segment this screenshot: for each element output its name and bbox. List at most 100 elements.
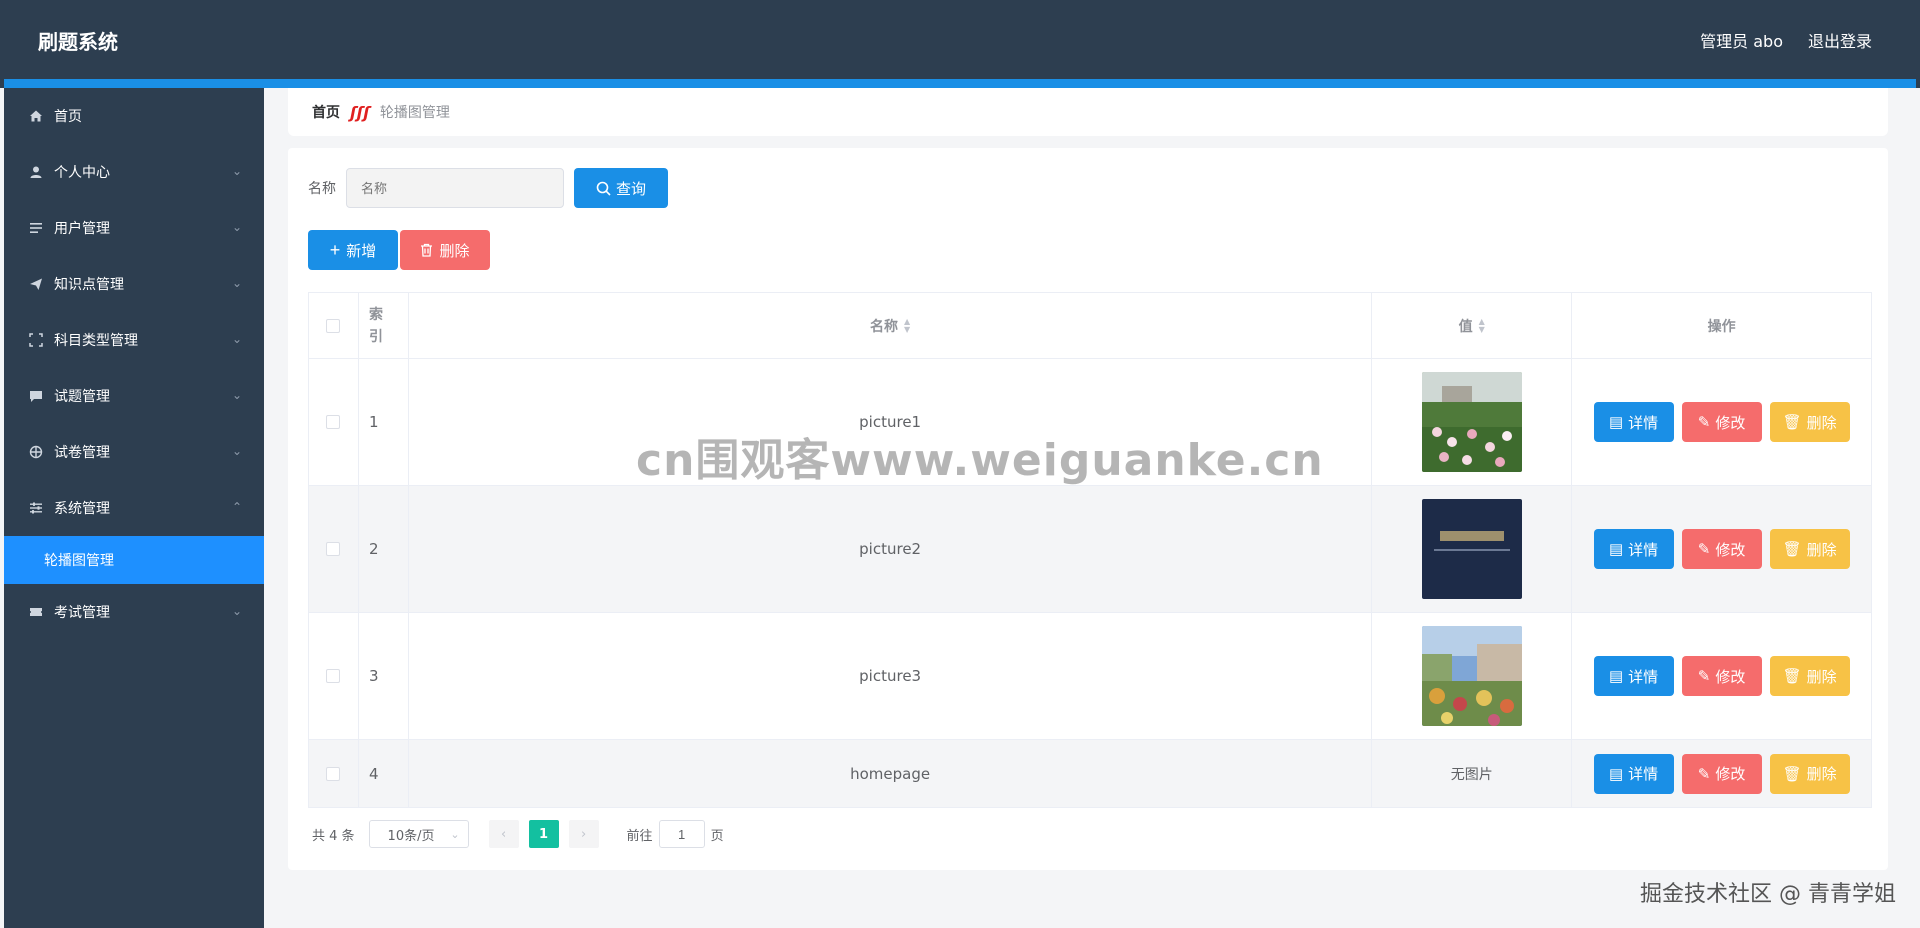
sidebar-subitem-carousel[interactable]: 轮播图管理	[4, 536, 264, 584]
page-number-current[interactable]: 1	[528, 820, 559, 848]
chevron-down-icon: ⌄	[231, 164, 242, 178]
detail-label: 详情	[1628, 766, 1659, 783]
sort-icon[interactable]: ▲ ▼	[904, 317, 910, 334]
sidebar-item-questions[interactable]: 试题管理 ⌄	[4, 368, 264, 424]
row-checkbox[interactable]	[326, 766, 341, 781]
page-size-select[interactable]: 10条/页 ⌄	[368, 820, 469, 848]
row-value: 无图片	[1372, 740, 1573, 807]
search-label: 名称	[308, 181, 336, 197]
edit-button[interactable]: ✎ 修改	[1681, 753, 1762, 794]
breadcrumb-home[interactable]: 首页	[312, 102, 340, 122]
sidebar-item-label: 试卷管理	[54, 445, 110, 461]
name-search-input[interactable]	[346, 168, 564, 208]
sidebar-item-label: 用户管理	[54, 221, 110, 237]
edit-label: 修改	[1715, 668, 1746, 686]
add-button[interactable]: + 新增	[308, 230, 398, 270]
goto-prefix: 前往	[626, 828, 653, 844]
sidebar-item-label: 首页	[54, 109, 82, 125]
search-button[interactable]: 查询	[574, 168, 668, 208]
delete-label: 删除	[1806, 766, 1837, 783]
detail-button[interactable]: ▤ 详情	[1593, 529, 1674, 569]
breadcrumb: 首页 ʃʃʃ 轮播图管理	[288, 88, 1888, 136]
prev-page-button[interactable]: ‹	[488, 820, 519, 848]
header-value[interactable]: 值 ▲ ▼	[1372, 293, 1573, 358]
app-title: 刷题系统	[38, 30, 118, 54]
row-value	[1372, 486, 1573, 612]
detail-button[interactable]: ▤ 详情	[1593, 753, 1674, 794]
header-index: 索引	[359, 293, 409, 358]
dark-logo-banner-image[interactable]	[1421, 499, 1522, 599]
delete-button[interactable]: 🗑 删除	[1769, 656, 1850, 696]
row-select-cell	[309, 740, 359, 807]
header-accent-bar	[4, 79, 1916, 88]
sidebar-item-label: 系统管理	[54, 501, 110, 517]
sidebar-item-label: 试题管理	[54, 389, 110, 405]
page-size-value: 10条/页	[387, 828, 435, 844]
row-select-cell	[309, 613, 359, 739]
pencil-icon: ✎	[1697, 765, 1711, 783]
document-icon: ▤	[1608, 668, 1624, 685]
sort-icon[interactable]: ▲ ▼	[1479, 317, 1485, 334]
campus-flowers-image[interactable]	[1421, 626, 1522, 726]
pencil-icon: ✎	[1697, 541, 1711, 558]
bulk-delete-button[interactable]: 删除	[400, 230, 490, 270]
watermark-text: cn围观客www.weiguanke.cn	[636, 435, 1324, 486]
edit-button[interactable]: ✎ 修改	[1681, 656, 1762, 696]
row-select-cell	[309, 486, 359, 612]
document-icon: ▤	[1608, 765, 1624, 783]
garden-roses-image[interactable]	[1421, 372, 1522, 472]
goto-page-input[interactable]	[658, 820, 705, 848]
logout-link[interactable]: 退出登录	[1808, 28, 1872, 52]
detail-button[interactable]: ▤ 详情	[1593, 402, 1674, 442]
row-checkbox[interactable]	[326, 542, 341, 556]
row-ops: ▤ 详情 ✎ 修改 🗑 删除	[1572, 486, 1872, 612]
sidebar-item-exams[interactable]: 考试管理 ⌄	[4, 584, 264, 640]
next-page-button[interactable]: ›	[568, 820, 599, 848]
edit-button[interactable]: ✎ 修改	[1681, 529, 1762, 569]
header-ops: 操作	[1572, 293, 1872, 358]
edit-label: 修改	[1715, 541, 1746, 559]
sidebar-item-users[interactable]: 用户管理 ⌄	[4, 200, 264, 256]
row-value	[1372, 613, 1573, 739]
header-value-label: 值	[1458, 318, 1473, 335]
detail-button[interactable]: ▤ 详情	[1593, 656, 1674, 696]
delete-button[interactable]: 🗑 删除	[1769, 529, 1850, 569]
pencil-icon: ✎	[1697, 668, 1711, 685]
header-name[interactable]: 名称 ▲ ▼	[409, 293, 1373, 358]
corner-credit-text: 掘金技术社区 @ 青青学姐	[1640, 882, 1896, 907]
goto-suffix: 页	[710, 828, 724, 844]
content-panel: 名称 查询 + 新增 删除 索引	[288, 148, 1888, 870]
chevron-down-icon: ⌄	[231, 276, 242, 290]
header-select-cell	[309, 293, 359, 358]
row-checkbox[interactable]	[326, 415, 341, 429]
pagination-total: 共 4 条	[312, 828, 355, 844]
sidebar-item-label: 个人中心	[54, 165, 110, 181]
delete-button[interactable]: 🗑 删除	[1769, 753, 1850, 794]
row-select-cell	[309, 359, 359, 485]
top-header: 刷题系统 管理员 abo 退出登录	[0, 0, 1920, 88]
detail-label: 详情	[1628, 541, 1659, 559]
sidebar-item-knowledge[interactable]: 知识点管理 ⌄	[4, 256, 264, 312]
breadcrumb-separator-icon: ʃʃʃ	[350, 102, 370, 122]
sidebar-item-home[interactable]: 首页	[4, 88, 264, 144]
sidebar-item-profile[interactable]: 个人中心 ⌄	[4, 144, 264, 200]
plus-icon: +	[329, 240, 341, 260]
edit-button[interactable]: ✎ 修改	[1681, 402, 1762, 442]
header-ops-label: 操作	[1707, 318, 1736, 335]
row-ops: ▤ 详情 ✎ 修改 🗑 删除	[1572, 613, 1872, 739]
select-all-checkbox[interactable]	[326, 318, 341, 333]
breadcrumb-current: 轮播图管理	[379, 105, 450, 121]
sidebar-item-system[interactable]: 系统管理 ⌃	[4, 480, 264, 536]
trash-icon: 🗑	[1782, 765, 1802, 783]
row-value	[1372, 359, 1573, 485]
sliders-icon	[28, 500, 44, 516]
sidebar-item-subject-types[interactable]: 科目类型管理 ⌄	[4, 312, 264, 368]
row-name: picture2	[409, 486, 1373, 612]
chevron-down-icon: ⌄	[231, 388, 242, 402]
delete-button[interactable]: 🗑 删除	[1769, 402, 1850, 442]
document-icon: ▤	[1608, 414, 1624, 431]
list-icon	[28, 220, 44, 236]
row-checkbox[interactable]	[326, 669, 341, 683]
header-index-label: 索引	[368, 306, 383, 345]
sidebar-item-papers[interactable]: 试卷管理 ⌄	[4, 424, 264, 480]
